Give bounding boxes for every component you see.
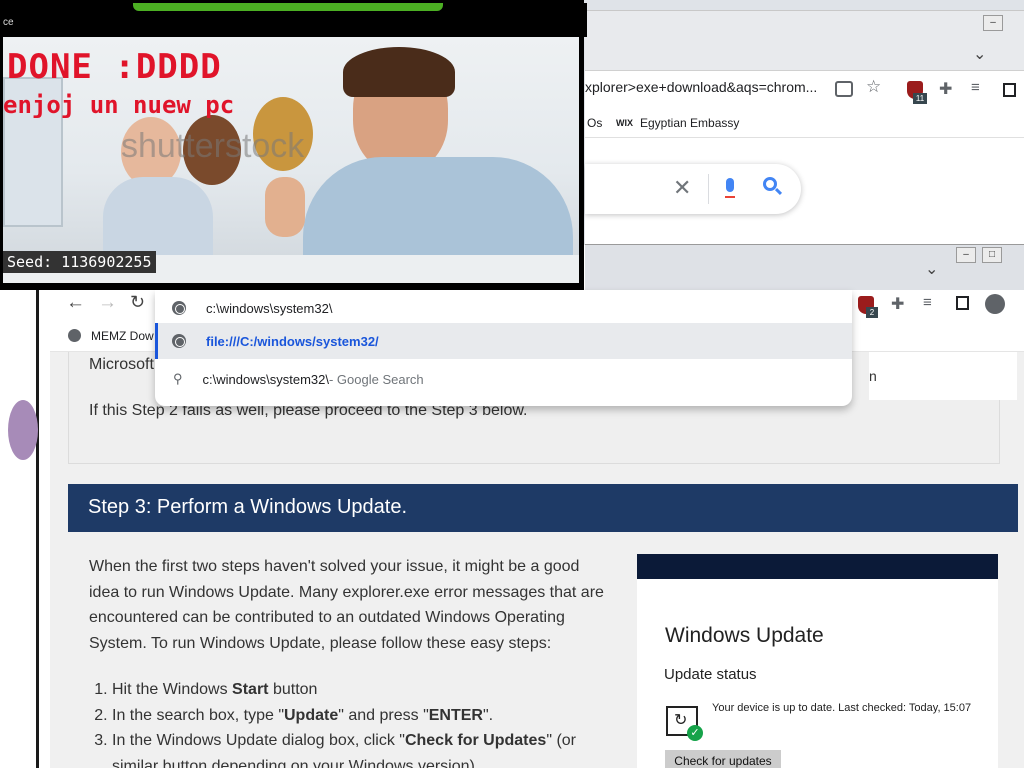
step3-title: Step 3: Perform a Windows Update. xyxy=(88,496,408,518)
step3-steps-list: Hit the Windows Start button In the sear… xyxy=(94,677,614,768)
extension-badge: 11 xyxy=(913,93,927,104)
omnibox-input-row[interactable]: c:\windows\system32\ xyxy=(155,290,852,326)
thumbs-up-hand-shape xyxy=(265,177,305,237)
windows-update-screenshot: Windows Update Update status ↻ ✓ Your de… xyxy=(637,554,998,768)
desktop-edge xyxy=(36,290,50,768)
memz-enjoy-text: enjoj un nuew pc xyxy=(3,91,235,119)
globe-icon xyxy=(172,334,186,348)
list-item: Hit the Windows Start button xyxy=(112,677,614,703)
tab-search-chevron-icon[interactable]: ⌄ xyxy=(925,259,938,279)
suggestion-file-url[interactable]: file:///C:/windows/system32/ xyxy=(155,323,852,359)
windows-update-heading: Windows Update xyxy=(665,624,824,647)
minimize-button[interactable]: – xyxy=(956,247,976,263)
suggestion-url-text: file:///C:/windows/system32/ xyxy=(206,333,379,349)
reload-icon[interactable]: ↻ xyxy=(130,292,145,313)
wix-icon: WIX xyxy=(616,118,633,128)
google-search-box[interactable]: ✕ xyxy=(585,164,801,214)
step2-image-box: n xyxy=(869,352,1017,400)
puzzle-extensions-icon[interactable]: ✚ xyxy=(939,79,952,99)
back-arrow-icon[interactable]: ← xyxy=(66,292,85,314)
search-icon: ⚲ xyxy=(173,371,183,386)
share-icon[interactable] xyxy=(835,81,853,97)
omnibox-input-text[interactable]: c:\windows\system32\ xyxy=(206,301,332,316)
globe-icon xyxy=(68,329,81,342)
bookmark-memz-download[interactable]: MEMZ Dow xyxy=(91,329,154,343)
back-browser-toolbar: xplorer>exe+download&aqs=chrom... ☆ 11 ✚… xyxy=(585,70,1024,114)
bookmark-os[interactable]: Os xyxy=(587,116,602,130)
check-for-updates-button[interactable]: Check for updates xyxy=(665,750,781,768)
microphone-stand xyxy=(725,194,735,198)
memz-done-text: DONE :DDDD xyxy=(7,47,222,87)
desktop-decoration xyxy=(8,400,38,460)
side-panel-icon[interactable] xyxy=(956,296,969,310)
refresh-icon: ↻ xyxy=(674,712,688,729)
star-icon[interactable]: ☆ xyxy=(866,77,881,97)
memz-green-tab xyxy=(133,3,443,11)
suggestion-suffix: - Google Search xyxy=(328,371,424,387)
suggestion-query-text: c:\windows\system32\ xyxy=(202,371,329,387)
divider xyxy=(708,174,709,204)
back-browser-titlebar: – ⌄ xyxy=(585,10,1024,57)
update-status-heading: Update status xyxy=(664,666,757,683)
man-hair-shape xyxy=(343,47,455,97)
puzzle-extensions-icon[interactable]: ✚ xyxy=(891,294,904,314)
memz-stock-image: shutterstock DONE :DDDD enjoj un nuew pc xyxy=(3,37,579,283)
search-icon-handle xyxy=(774,187,783,196)
check-badge-icon: ✓ xyxy=(687,725,703,741)
step3-header-bar: Step 3: Perform a Windows Update. xyxy=(68,484,1018,532)
memz-seed-label: Seed: 1136902255 xyxy=(3,251,156,273)
microphone-icon[interactable] xyxy=(726,178,734,192)
update-status-text: Your device is up to date. Last checked:… xyxy=(712,702,972,714)
back-browser-tabstrip: ⌄ xyxy=(585,38,1024,70)
media-playlist-icon[interactable]: ≡ xyxy=(923,294,932,311)
person-body-shape xyxy=(103,177,213,257)
media-playlist-icon[interactable]: ≡ xyxy=(971,79,980,96)
globe-icon xyxy=(172,301,186,315)
desktop-background xyxy=(0,290,38,768)
bookmark-egyptian-embassy[interactable]: Egyptian Embassy xyxy=(640,116,739,130)
back-bookmarks-bar: Os WIX Egyptian Embassy xyxy=(585,110,1024,138)
shutterstock-watermark: shutterstock xyxy=(121,127,305,165)
profile-avatar[interactable] xyxy=(985,294,1005,314)
front-browser-titlebar: – □ ⌄ xyxy=(585,244,1024,290)
windows-update-titlebar xyxy=(637,554,998,579)
suggestion-google-search[interactable]: ⚲ c:\windows\system32\ - Google Search xyxy=(155,361,852,397)
partial-text-right: n xyxy=(869,368,877,384)
list-item: In the Windows Update dialog box, click … xyxy=(112,728,614,768)
minimize-button[interactable]: – xyxy=(983,15,1003,31)
extension-badge: 2 xyxy=(866,307,878,318)
omnibox-dropdown: c:\windows\system32\ file:///C:/windows/… xyxy=(155,290,852,406)
step3-intro-paragraph: When the first two steps haven't solved … xyxy=(89,558,604,652)
memz-overlay-window[interactable]: ce shutterstock DONE :DDDD enjoj un nuew… xyxy=(0,0,587,290)
tab-search-chevron-icon[interactable]: ⌄ xyxy=(973,44,986,64)
forward-arrow-icon[interactable]: → xyxy=(98,292,117,314)
memz-title-fragment: ce xyxy=(3,17,14,28)
side-panel-icon[interactable] xyxy=(1003,83,1016,97)
back-page-content: ✕ xyxy=(585,138,1024,244)
back-address-bar[interactable]: xplorer>exe+download&aqs=chrom... xyxy=(585,79,835,105)
partial-text-top: Microsoft xyxy=(89,356,154,373)
list-item: In the search box, type "Update" and pre… xyxy=(112,703,614,729)
clear-x-icon[interactable]: ✕ xyxy=(673,175,691,201)
maximize-button[interactable]: □ xyxy=(982,247,1002,263)
